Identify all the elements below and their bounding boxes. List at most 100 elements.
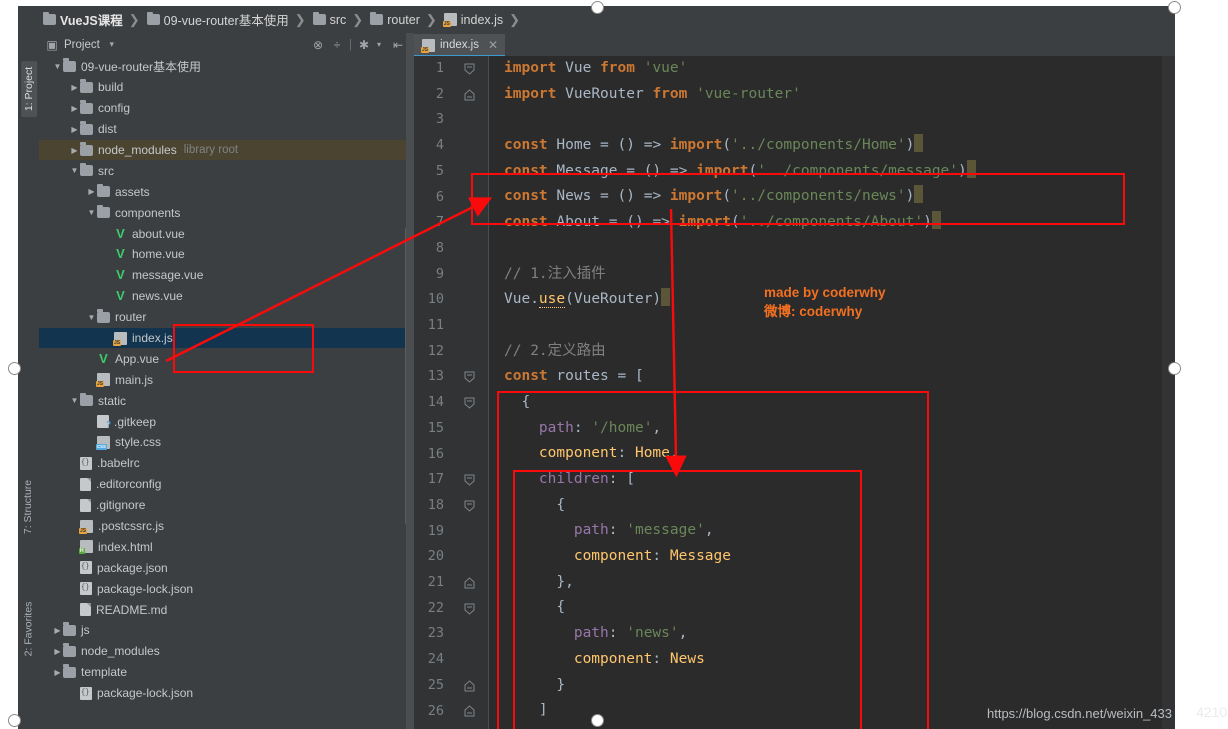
settings-gear-icon[interactable]: ✱ bbox=[357, 38, 371, 52]
tree-item--editorconfig[interactable]: .editorconfig bbox=[39, 474, 414, 495]
tree-item-node-modules[interactable]: ▶ node_modules library root bbox=[39, 139, 414, 161]
line-number: 4 bbox=[435, 137, 444, 154]
chevron-down-icon[interactable]: ▼ bbox=[86, 208, 97, 217]
chevron-right-icon[interactable]: ▶ bbox=[52, 626, 63, 635]
fold-end-icon[interactable] bbox=[463, 673, 476, 699]
tree-item--gitignore[interactable]: .gitignore bbox=[39, 495, 414, 516]
fold-collapse-icon[interactable] bbox=[463, 596, 476, 622]
tree-item-node-modules[interactable]: ▶ node_modules bbox=[39, 641, 414, 662]
folder-icon bbox=[80, 142, 93, 156]
chevron-down-icon[interactable]: ▾ bbox=[372, 38, 386, 52]
line-number: 18 bbox=[427, 496, 444, 513]
vue-file-icon: V bbox=[116, 225, 125, 241]
tree-item-assets[interactable]: ▶ assets bbox=[39, 181, 414, 202]
code-area[interactable]: 1 2 3 4 5 6 7 8 9 10 11 12 13 14 15 16 17 18 19 20 21 22 23 24 2… bbox=[414, 56, 1175, 729]
vue-file-icon: V bbox=[99, 350, 108, 366]
chevron-right-icon[interactable]: ▶ bbox=[52, 647, 63, 656]
tree-item-label: index.html bbox=[98, 539, 153, 554]
line-number: 17 bbox=[427, 471, 444, 488]
tree-item-label: router bbox=[115, 310, 147, 325]
chevron-down-icon[interactable]: ▾ bbox=[105, 38, 119, 52]
tree-item-js[interactable]: ▶ js bbox=[39, 620, 414, 641]
tree-item-label: build bbox=[98, 80, 124, 95]
tree-item-package-json[interactable]: package.json bbox=[39, 557, 414, 578]
resize-handle-mid-left[interactable] bbox=[8, 362, 21, 375]
tree-item-label: package-lock.json bbox=[97, 686, 194, 701]
tool-tab-project[interactable]: 1: Project bbox=[21, 60, 38, 118]
folder-icon bbox=[146, 11, 160, 25]
resize-handle-top-center[interactable] bbox=[591, 1, 604, 14]
line-number: 16 bbox=[427, 445, 444, 462]
tree-item-readme-md[interactable]: README.md bbox=[39, 599, 414, 620]
fold-end-icon[interactable] bbox=[463, 82, 476, 108]
fold-collapse-icon[interactable] bbox=[463, 493, 476, 519]
project-tree[interactable]: ▼ 09-vue-router基本使用 ▶ build ▶ config ▶ dist ▶ nod… bbox=[39, 56, 414, 729]
tree-item-components[interactable]: ▼ components bbox=[39, 202, 414, 223]
hide-panel-icon[interactable]: ⇤ bbox=[391, 38, 405, 52]
chevron-right-icon[interactable]: ▶ bbox=[52, 668, 63, 677]
tree-item-app-vue[interactable]: V App.vue bbox=[39, 348, 414, 369]
fold-collapse-icon[interactable] bbox=[463, 467, 476, 493]
tree-item-build[interactable]: ▶ build bbox=[39, 77, 414, 98]
tree-item-static[interactable]: ▼ static bbox=[39, 390, 414, 411]
editor-tab-index-js[interactable]: index.js ✕ bbox=[414, 34, 506, 57]
breadcrumb-item-3[interactable]: router bbox=[366, 11, 422, 27]
tree-item-news-vue[interactable]: Vnews.vue bbox=[39, 286, 414, 307]
tool-tab-structure[interactable]: 7: Structure bbox=[22, 480, 34, 534]
tree-item-package-lock-json[interactable]: package-lock.json bbox=[39, 578, 414, 599]
fold-collapse-icon[interactable] bbox=[463, 364, 476, 390]
chevron-right-icon[interactable]: ▶ bbox=[69, 83, 80, 92]
chevron-down-icon[interactable]: ▼ bbox=[86, 313, 97, 322]
tree-item-index-js[interactable]: index.js bbox=[39, 327, 414, 349]
tree-item-index-html[interactable]: index.html bbox=[39, 536, 414, 557]
code-line-2: import VueRouter from 'vue-router' bbox=[504, 85, 801, 102]
resize-handle-mid-right[interactable] bbox=[1168, 362, 1181, 375]
breadcrumb-item-4[interactable]: index.js bbox=[440, 13, 505, 27]
breadcrumb-item-2[interactable]: src bbox=[309, 11, 349, 27]
fold-collapse-icon[interactable] bbox=[463, 390, 476, 416]
chevron-down-icon[interactable]: ▼ bbox=[69, 166, 80, 175]
tree-item-main-js[interactable]: main.js bbox=[39, 369, 414, 390]
chevron-down-icon[interactable]: ▼ bbox=[52, 62, 63, 71]
chevron-right-icon[interactable]: ▶ bbox=[69, 104, 80, 113]
tree-item-dist[interactable]: ▶ dist bbox=[39, 119, 414, 140]
panel-splitter[interactable] bbox=[406, 33, 414, 729]
line-number: 15 bbox=[427, 419, 444, 436]
code-line-6: const News = () => import('../components… bbox=[488, 184, 1175, 210]
tree-item--babelrc[interactable]: .babelrc bbox=[39, 453, 414, 474]
tree-item-router[interactable]: ▼ router bbox=[39, 307, 414, 328]
tree-item-09-vue-router-[interactable]: ▼ 09-vue-router基本使用 bbox=[39, 56, 414, 77]
code-line-17: children: [ bbox=[504, 471, 635, 487]
tree-item-home-vue[interactable]: Vhome.vue bbox=[39, 244, 414, 265]
tool-tab-favorites[interactable]: 2: Favorites bbox=[22, 602, 34, 657]
tree-item-label: static bbox=[98, 393, 127, 408]
tree-item-config[interactable]: ▶ config bbox=[39, 98, 414, 119]
collapse-all-icon[interactable]: ⊗ bbox=[311, 38, 325, 52]
tree-item-style-css[interactable]: style.css bbox=[39, 432, 414, 453]
editor-gutter[interactable]: 1 2 3 4 5 6 7 8 9 10 11 12 13 14 15 16 17 18 19 20 21 22 23 24 2… bbox=[414, 56, 489, 729]
tree-item-package-lock-json[interactable]: package-lock.json bbox=[39, 683, 414, 704]
expand-all-icon[interactable]: ÷ bbox=[330, 38, 344, 52]
breadcrumb-item-1[interactable]: 09-vue-router基本使用 bbox=[143, 10, 291, 29]
tree-item-src[interactable]: ▼ src bbox=[39, 160, 414, 181]
tree-item--gitkeep[interactable]: .gitkeep bbox=[39, 411, 414, 432]
line-number: 12 bbox=[427, 342, 444, 359]
editor-right-gutter[interactable] bbox=[1162, 56, 1175, 729]
resize-handle-top-right[interactable] bbox=[1168, 1, 1181, 14]
close-icon[interactable]: ✕ bbox=[488, 38, 498, 52]
tree-item--postcssrc-js[interactable]: .postcssrc.js bbox=[39, 516, 414, 537]
chevron-right-icon[interactable]: ▶ bbox=[69, 125, 80, 134]
resize-handle-bottom-center[interactable] bbox=[591, 714, 604, 727]
resize-handle-bottom-left[interactable] bbox=[8, 714, 21, 727]
breadcrumb-item-0[interactable]: VueJS课程 bbox=[39, 10, 125, 29]
chevron-right-icon[interactable]: ▶ bbox=[69, 146, 80, 155]
fold-end-icon[interactable] bbox=[463, 570, 476, 596]
fold-end-icon[interactable] bbox=[463, 699, 476, 725]
tree-item-template[interactable]: ▶ template bbox=[39, 662, 414, 683]
chevron-right-icon[interactable]: ▶ bbox=[86, 187, 97, 196]
chevron-down-icon[interactable]: ▼ bbox=[69, 396, 80, 405]
js-file-icon bbox=[113, 331, 127, 346]
fold-collapse-icon[interactable] bbox=[463, 56, 476, 82]
tree-item-about-vue[interactable]: Vabout.vue bbox=[39, 223, 414, 244]
tree-item-message-vue[interactable]: Vmessage.vue bbox=[39, 265, 414, 286]
